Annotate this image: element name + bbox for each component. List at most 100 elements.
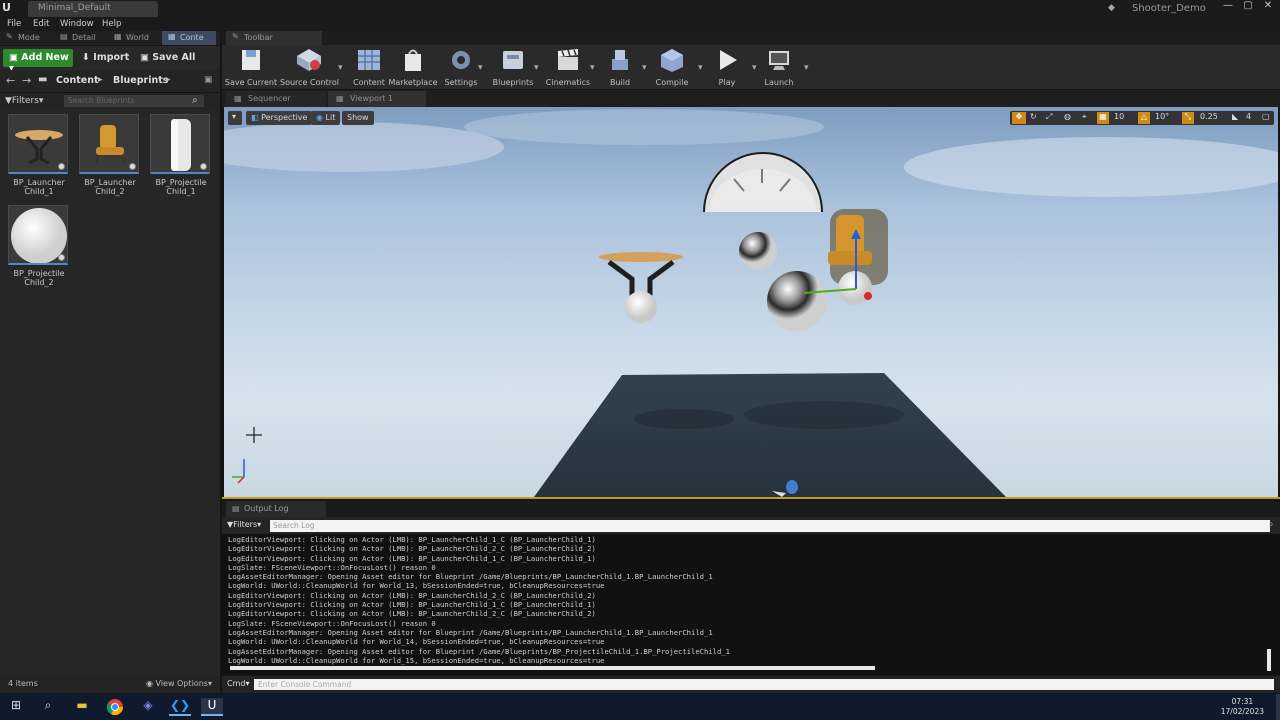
tab-mode[interactable]: ✎ Mode bbox=[0, 31, 52, 45]
transform-toolbar: ✥ ↻ ⤢ ◍ ⌖ ▦ 10 △ 10° ⤡ 0.25 ◣ 4 ▢ bbox=[1010, 111, 1274, 125]
console-command-input[interactable]: Enter Console Command bbox=[254, 679, 1274, 690]
log-filters-button[interactable]: ▼Filters▾ bbox=[227, 520, 261, 529]
file-explorer-icon[interactable]: ▬ bbox=[71, 698, 93, 716]
menu-window[interactable]: Window bbox=[60, 19, 94, 29]
world-icon: ▦ bbox=[114, 32, 122, 41]
camera-speed-value[interactable]: 4 bbox=[1246, 112, 1251, 121]
asset-tile[interactable]: BP_Projectile Child_1 bbox=[150, 114, 212, 196]
asset-tile[interactable]: BP_Projectile Child_2 bbox=[8, 205, 70, 287]
search-input[interactable]: Search Blueprints bbox=[64, 95, 204, 107]
chevron-down-icon[interactable]: ▾ bbox=[534, 63, 539, 73]
grid-snap-value[interactable]: 10 bbox=[1114, 112, 1124, 121]
chevron-down-icon[interactable]: ▾ bbox=[478, 63, 483, 73]
chrome-icon[interactable] bbox=[104, 698, 126, 716]
camera-speed-icon[interactable]: ◣ bbox=[1232, 112, 1238, 121]
button-label: Compile bbox=[655, 78, 689, 87]
lit-button[interactable]: ◉ Lit bbox=[311, 111, 341, 125]
save-all-button[interactable]: ▣ Save All bbox=[140, 52, 195, 63]
source-control-button[interactable]: Source Control bbox=[280, 47, 339, 87]
build-button[interactable]: Build bbox=[591, 47, 649, 87]
menu-help[interactable]: Help bbox=[102, 19, 121, 29]
filters-label: Filters bbox=[233, 520, 258, 529]
asset-label: BP_Projectile Child_2 bbox=[8, 269, 70, 287]
gear-icon bbox=[452, 51, 470, 69]
chevron-down-icon[interactable]: ▾ bbox=[804, 63, 809, 73]
save-current-button[interactable]: Save Current bbox=[222, 47, 280, 87]
tab-detail[interactable]: ▤ Detail bbox=[54, 31, 106, 45]
import-button[interactable]: ⬇ Import bbox=[82, 52, 129, 63]
status-dot bbox=[58, 163, 65, 170]
output-log-tab-row: ▤ Output Log bbox=[222, 500, 1280, 517]
vscode-icon[interactable]: ❮❯ bbox=[169, 698, 191, 716]
back-arrow-icon[interactable]: ← bbox=[6, 74, 15, 87]
maximize-viewport-icon[interactable]: ▢ bbox=[1262, 112, 1270, 121]
teams-icon[interactable]: ◈ bbox=[137, 698, 159, 716]
document-tab[interactable]: Minimal_Default bbox=[28, 1, 158, 17]
breadcrumb-blueprints[interactable]: Blueprints bbox=[113, 75, 168, 86]
button-label: Blueprints bbox=[492, 78, 534, 87]
tab-output-log[interactable]: ▤ Output Log bbox=[226, 501, 326, 517]
rotation-snap-value[interactable]: 10° bbox=[1155, 112, 1169, 121]
button-label: Cinematics bbox=[545, 78, 591, 87]
viewport-options-button[interactable]: ▾ bbox=[228, 111, 242, 125]
play-button[interactable]: Play bbox=[698, 47, 756, 87]
system-clock[interactable]: 07:31 17/02/2023 bbox=[1221, 697, 1264, 717]
breadcrumb-content[interactable]: Content bbox=[56, 75, 99, 86]
asset-name-line1: BP_Launcher bbox=[84, 178, 136, 187]
tab-world[interactable]: ▦ World bbox=[108, 31, 160, 45]
compile-button[interactable]: Compile bbox=[643, 47, 701, 87]
tab-sequencer[interactable]: ▦ Sequencer bbox=[226, 91, 326, 107]
tab-content-browser[interactable]: ▦ Conte bbox=[162, 31, 216, 45]
minimize-button[interactable]: — bbox=[1218, 0, 1238, 16]
menu-bar: File Edit Window Help bbox=[0, 17, 1280, 31]
log-line: LogAssetEditorManager: Opening Asset edi… bbox=[228, 627, 713, 637]
asset-name-line1: BP_Launcher bbox=[13, 178, 65, 187]
add-new-button[interactable]: ▣ Add New ▾ bbox=[3, 49, 73, 74]
scale-snap-value[interactable]: 0.25 bbox=[1200, 112, 1218, 121]
asset-tile[interactable]: BP_Launcher Child_2 bbox=[79, 114, 141, 196]
grid-snap-icon[interactable]: ▦ bbox=[1097, 112, 1109, 124]
cmd-dropdown[interactable]: Cmd▾ bbox=[227, 679, 249, 688]
scale-icon[interactable]: ⤢ bbox=[1046, 112, 1052, 122]
lock-icon[interactable]: ▣ bbox=[204, 75, 213, 85]
close-button[interactable]: ✕ bbox=[1258, 0, 1278, 16]
log-line: LogWorld: UWorld::CleanupWorld for World… bbox=[228, 637, 605, 647]
perspective-button[interactable]: ◧ Perspective bbox=[246, 111, 313, 125]
menu-edit[interactable]: Edit bbox=[33, 19, 49, 29]
maximize-button[interactable]: ▢ bbox=[1238, 0, 1258, 16]
log-line: LogEditorViewport: Clicking on Actor (LM… bbox=[228, 600, 596, 610]
vertical-scrollbar[interactable] bbox=[1267, 649, 1271, 671]
chevron-down-icon: ▾ bbox=[257, 520, 262, 529]
filters-button[interactable]: ▼Filters▾ bbox=[5, 96, 43, 106]
viewport-border bbox=[222, 497, 1280, 499]
translate-icon[interactable]: ✥ bbox=[1012, 112, 1026, 124]
search-icon[interactable]: ⌕ bbox=[192, 95, 198, 106]
windows-start-icon[interactable]: ⊞ bbox=[5, 698, 27, 716]
forward-arrow-icon[interactable]: → bbox=[22, 74, 31, 87]
rotation-snap-icon[interactable]: △ bbox=[1138, 112, 1150, 124]
scale-snap-icon[interactable]: ⤡ bbox=[1182, 112, 1194, 124]
world-space-icon[interactable]: ◍ bbox=[1064, 112, 1071, 121]
log-search-input[interactable]: Search Log bbox=[270, 520, 1270, 532]
status-dot bbox=[200, 163, 207, 170]
horizontal-scrollbar[interactable] bbox=[230, 666, 875, 670]
log-line: LogAssetEditorManager: Opening Asset edi… bbox=[228, 646, 730, 656]
tab-viewport-1[interactable]: ▦ Viewport 1 bbox=[328, 91, 426, 107]
output-log-area[interactable]: LogEditorViewport: Clicking on Actor (LM… bbox=[222, 534, 1280, 675]
search-icon[interactable]: ⌕ bbox=[1268, 519, 1274, 530]
level-viewport[interactable]: ▾ ◧ Perspective ◉ Lit Show ✥ ↻ ⤢ ◍ ⌖ ▦ 1… bbox=[224, 107, 1278, 497]
unreal-engine-icon[interactable]: U bbox=[201, 698, 223, 716]
tab-toolbar[interactable]: ✎ Toolbar bbox=[226, 31, 322, 45]
launch-button[interactable]: Launch bbox=[750, 47, 808, 87]
rotate-icon[interactable]: ↻ bbox=[1030, 112, 1037, 121]
asset-tile[interactable]: BP_Launcher Child_1 bbox=[8, 114, 70, 196]
view-options-button[interactable]: ◉ View Options▾ bbox=[146, 679, 212, 688]
log-line: LogWorld: UWorld::CleanupWorld for World… bbox=[228, 655, 605, 665]
show-desktop-button[interactable] bbox=[1276, 694, 1280, 720]
show-button[interactable]: Show bbox=[342, 111, 374, 125]
search-icon[interactable]: ⌕ bbox=[37, 698, 59, 716]
surface-snap-icon[interactable]: ⌖ bbox=[1082, 112, 1087, 122]
menu-file[interactable]: File bbox=[7, 19, 21, 29]
cinematics-button[interactable]: Cinematics bbox=[539, 47, 597, 87]
viewport-icon: ▦ bbox=[336, 94, 344, 103]
